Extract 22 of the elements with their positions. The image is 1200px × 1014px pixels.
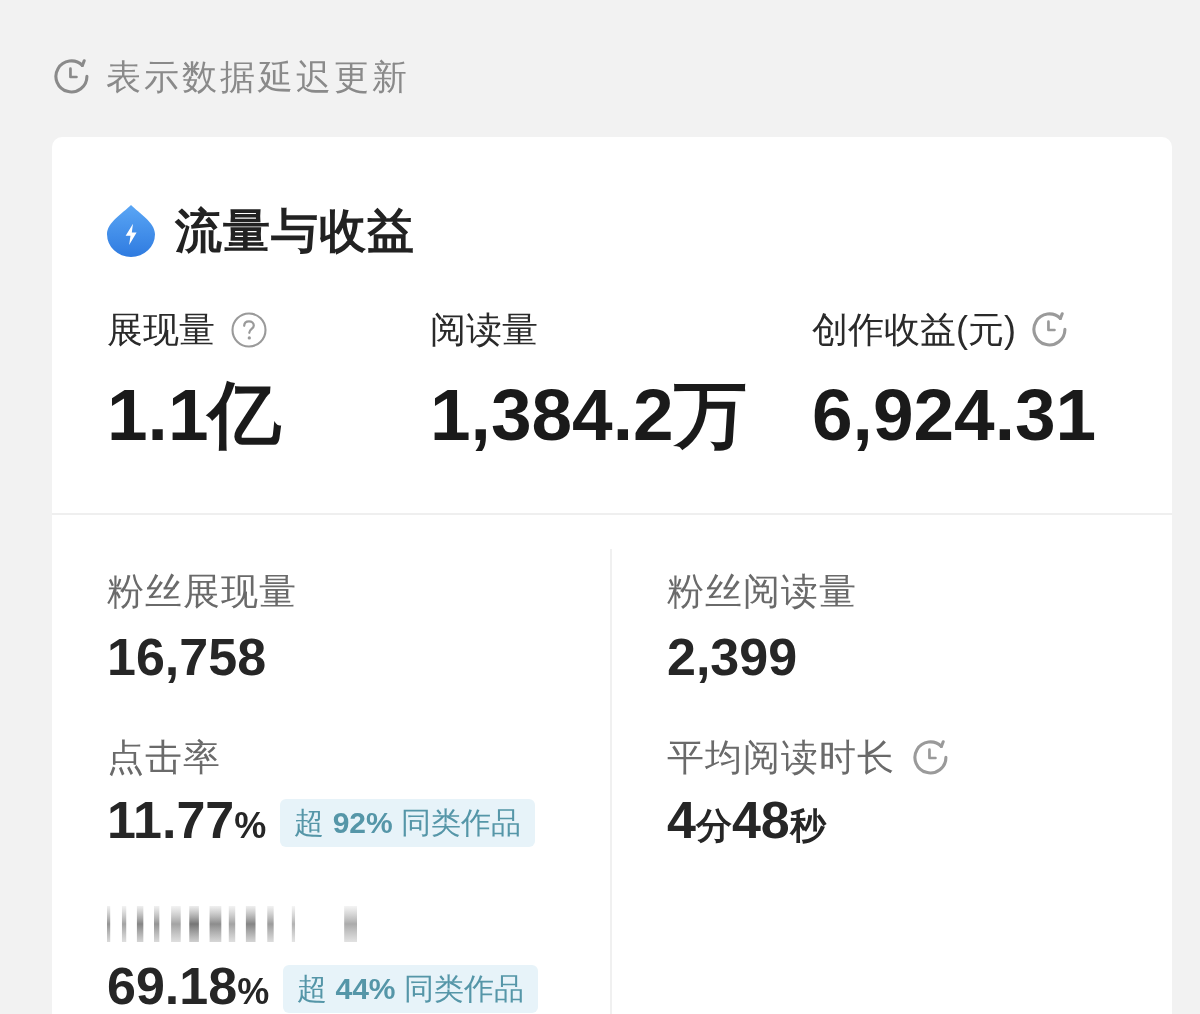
clock-icon <box>54 59 90 95</box>
metric-label: 平均阅读时长 <box>667 736 895 780</box>
lightning-drop-icon <box>107 205 155 257</box>
metric-label: 创作收益(元) <box>812 308 1016 352</box>
metric-value: 11.77% <box>107 794 267 851</box>
metric-label: 点击率 <box>107 736 221 780</box>
metric-value: 1,384.2万 <box>430 373 747 457</box>
metric-value: 2,399 <box>667 631 798 683</box>
metric-value: 6,924.31 <box>812 373 1097 457</box>
metric-value: 16,758 <box>107 631 267 683</box>
card-title: 流量与收益 <box>175 205 415 257</box>
metric-value: 1.1亿 <box>107 373 282 457</box>
metric-label: 粉丝阅读量 <box>667 570 857 614</box>
metric-label: 展现量 <box>107 308 215 352</box>
metric-value: 69.18% <box>107 960 270 1014</box>
comparison-badge: 超 92% 同类作品 <box>280 799 535 847</box>
metric-value: 4分48秒 <box>667 794 826 851</box>
comparison-badge: 超 44% 同类作品 <box>283 965 538 1013</box>
help-icon[interactable] <box>231 312 267 348</box>
metric-label: 阅读量 <box>430 308 538 352</box>
metric-label: 粉丝展现量 <box>107 570 297 614</box>
delay-notice: 表示数据延迟更新 <box>106 58 410 96</box>
